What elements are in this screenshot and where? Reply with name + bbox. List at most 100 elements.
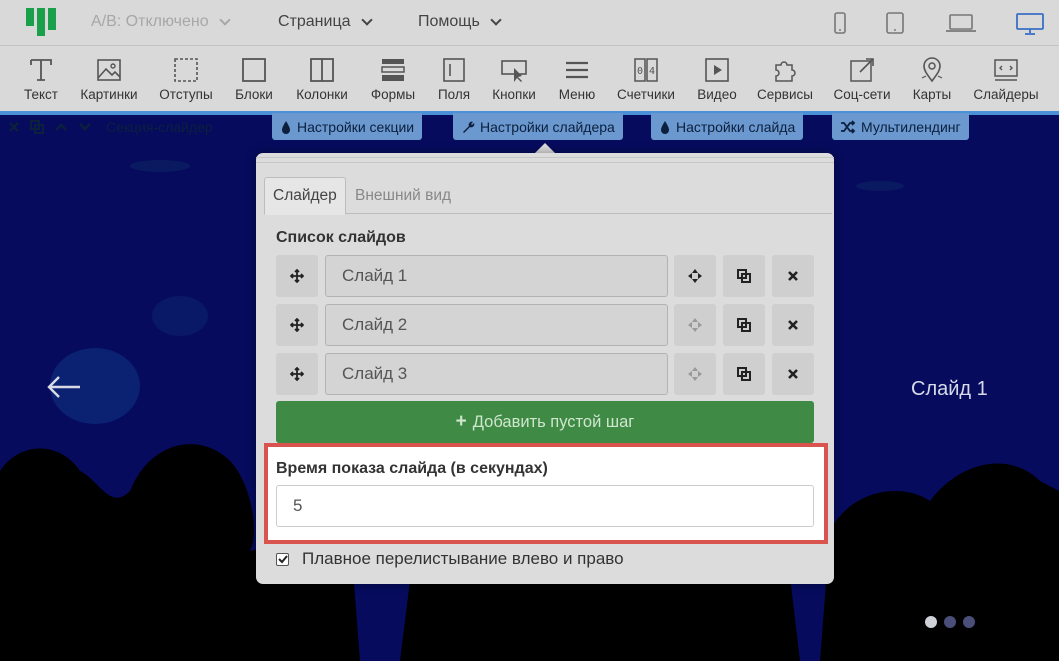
plus-icon: + xyxy=(455,411,467,432)
tool-services[interactable]: Сервисы xyxy=(754,46,816,111)
svg-text:4: 4 xyxy=(649,66,655,77)
section-name[interactable]: Секция-слайдер xyxy=(106,119,213,135)
tab-appearance[interactable]: Внешний вид xyxy=(347,177,459,214)
form-icon xyxy=(381,59,405,81)
move-icon xyxy=(290,318,304,332)
add-empty-step-button[interactable]: + Добавить пустой шаг xyxy=(276,401,814,443)
droplet-icon xyxy=(282,120,290,134)
popup-drag-handle[interactable] xyxy=(256,157,834,163)
phone-icon[interactable] xyxy=(832,12,848,34)
section-settings-button[interactable]: Настройки секции xyxy=(272,113,423,140)
columns-icon xyxy=(310,58,334,82)
tool-text[interactable]: Текст xyxy=(20,46,62,111)
tool-padding[interactable]: Отступы xyxy=(156,46,216,111)
chevron-down-icon xyxy=(218,13,231,26)
slide-settings-label: Настройки слайда xyxy=(676,118,796,135)
copy-icon xyxy=(737,367,751,381)
slider-icon xyxy=(994,59,1018,81)
move-icon xyxy=(290,269,304,283)
widget-toolbar: Текст Картинки Отступы Блоки Колонки Фор… xyxy=(0,46,1059,111)
slide-name-text: Слайд 2 xyxy=(342,315,408,334)
slider-dot[interactable] xyxy=(944,616,956,628)
desktop-icon[interactable] xyxy=(1015,12,1045,36)
tool-buttons[interactable]: Кнопки xyxy=(487,46,541,111)
tool-maps-label: Карты xyxy=(912,87,952,102)
ab-test-dropdown[interactable]: A/B: Отключено xyxy=(91,13,231,31)
copy-icon xyxy=(737,318,751,332)
slide-name-input[interactable]: Слайд 1 xyxy=(325,255,668,297)
tool-counters[interactable]: 04 Счетчики xyxy=(612,46,680,111)
delete-slide-button[interactable] xyxy=(772,255,814,297)
puzzle-icon xyxy=(775,61,796,82)
current-slide-label: Слайд 1 xyxy=(911,378,988,400)
button-icon xyxy=(501,60,527,82)
slide-name-input[interactable]: Слайд 2 xyxy=(325,304,668,346)
tool-forms[interactable]: Формы xyxy=(366,46,420,111)
droplet-icon xyxy=(661,120,669,134)
logo[interactable] xyxy=(26,8,56,36)
close-icon xyxy=(788,320,798,330)
tablet-icon[interactable] xyxy=(885,12,905,34)
section-settings-label: Настройки секции xyxy=(297,118,415,135)
tool-social[interactable]: Соц-сети xyxy=(830,46,894,111)
chevron-down-icon[interactable] xyxy=(78,121,92,133)
slide-nav-button[interactable] xyxy=(674,304,716,346)
padding-icon xyxy=(174,58,198,82)
slide-nav-button[interactable] xyxy=(674,255,716,297)
crosshair-arrows-icon xyxy=(688,318,702,332)
tool-blocks-label: Блоки xyxy=(235,87,273,102)
slide-row: Слайд 3 xyxy=(276,353,814,395)
tool-images-label: Картинки xyxy=(80,87,138,102)
svg-text:0: 0 xyxy=(637,66,643,77)
page-menu[interactable]: Страница xyxy=(278,13,373,31)
tool-menu-label: Меню xyxy=(558,87,596,102)
slide-duration-input[interactable]: 5 xyxy=(276,485,814,527)
delete-slide-button[interactable] xyxy=(772,304,814,346)
tool-menu[interactable]: Меню xyxy=(554,46,600,111)
tool-maps[interactable]: Карты xyxy=(908,46,956,111)
delete-icon[interactable] xyxy=(8,121,20,133)
chevron-down-icon xyxy=(360,13,373,26)
help-menu[interactable]: Помощь xyxy=(418,13,502,31)
slider-dot[interactable] xyxy=(963,616,975,628)
share-icon xyxy=(850,58,874,82)
slider-settings-button[interactable]: Настройки слайдера xyxy=(453,113,623,140)
multilanding-button[interactable]: Мультилендинг xyxy=(832,113,969,140)
tool-fields[interactable]: Поля xyxy=(434,46,474,111)
arrow-left-icon[interactable] xyxy=(45,372,83,402)
video-icon xyxy=(705,58,729,82)
slider-dot[interactable] xyxy=(925,616,937,628)
slide-nav-button[interactable] xyxy=(674,353,716,395)
tool-sliders[interactable]: Слайдеры xyxy=(970,46,1042,111)
drag-handle-button[interactable] xyxy=(276,255,318,297)
delete-slide-button[interactable] xyxy=(772,353,814,395)
slide-duration-label: Время показа слайда (в секундах) xyxy=(276,460,548,477)
crosshair-arrows-icon xyxy=(688,367,702,381)
duplicate-slide-button[interactable] xyxy=(723,353,765,395)
multilanding-label: Мультилендинг xyxy=(861,118,961,135)
move-icon xyxy=(290,367,304,381)
check-icon xyxy=(277,555,288,564)
image-icon xyxy=(97,59,121,81)
tool-blocks[interactable]: Блоки xyxy=(231,46,277,111)
popup-pointer xyxy=(535,143,555,153)
tool-video[interactable]: Видео xyxy=(693,46,741,111)
tab-slider[interactable]: Слайдер xyxy=(264,177,346,215)
slide-settings-button[interactable]: Настройки слайда xyxy=(651,113,804,140)
slide-name-text: Слайд 3 xyxy=(342,364,408,383)
drag-handle-button[interactable] xyxy=(276,304,318,346)
slide-name-input[interactable]: Слайд 3 xyxy=(325,353,668,395)
laptop-icon[interactable] xyxy=(945,12,977,34)
tool-columns[interactable]: Колонки xyxy=(292,46,352,111)
close-icon xyxy=(788,271,798,281)
chevron-up-icon[interactable] xyxy=(54,121,68,133)
smooth-scroll-checkbox[interactable] xyxy=(276,552,289,566)
copy-icon[interactable] xyxy=(30,119,44,134)
tool-video-label: Видео xyxy=(697,87,737,102)
tool-text-label: Текст xyxy=(24,87,58,102)
duplicate-slide-button[interactable] xyxy=(723,255,765,297)
duplicate-slide-button[interactable] xyxy=(723,304,765,346)
text-icon xyxy=(30,59,52,81)
drag-handle-button[interactable] xyxy=(276,353,318,395)
tool-images[interactable]: Картинки xyxy=(77,46,141,111)
